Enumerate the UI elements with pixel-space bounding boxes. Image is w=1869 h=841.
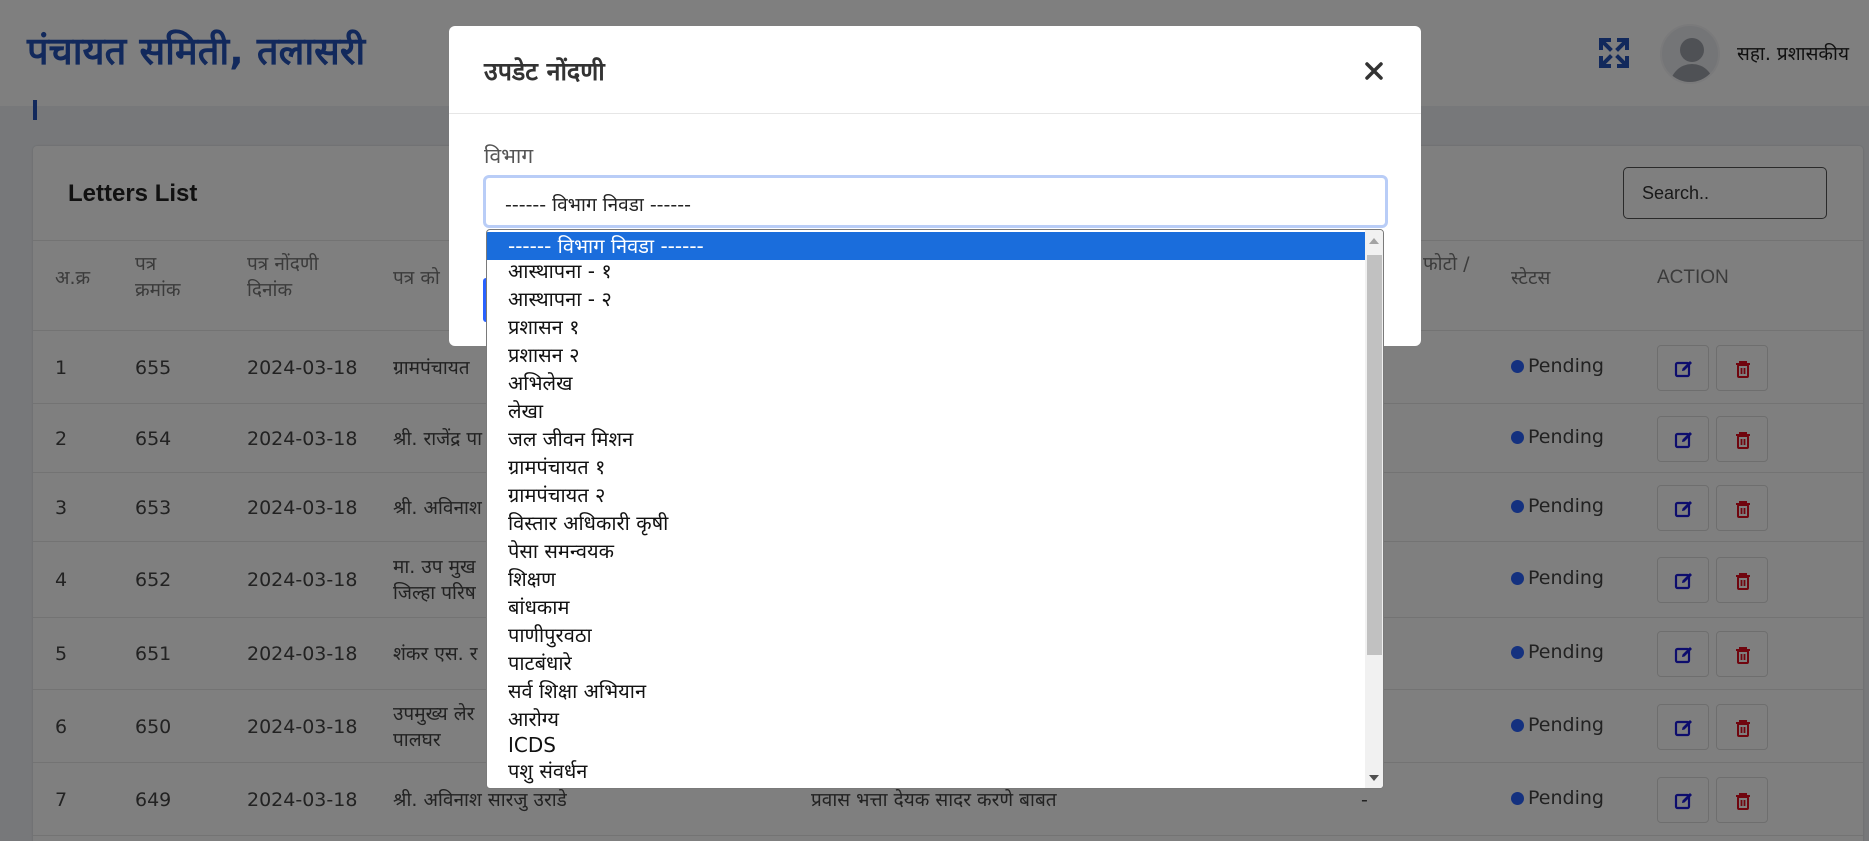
dropdown-option[interactable]: बांधकाम [487, 593, 1365, 621]
dropdown-option[interactable]: विस्तार अधिकारी कृषी [487, 509, 1365, 537]
dropdown-option[interactable]: आस्थापना - २ [487, 285, 1365, 313]
dropdown-option[interactable]: ग्रामपंचायत १ [487, 453, 1365, 481]
scroll-down-arrow-icon[interactable] [1369, 775, 1379, 781]
dropdown-option[interactable]: पेसा समन्वयक [487, 537, 1365, 565]
modal-title: उपडेट नोंदणी [484, 57, 605, 86]
dropdown-option[interactable]: ICDS [487, 731, 1365, 759]
scroll-up-arrow-icon[interactable] [1369, 238, 1379, 244]
dropdown-option[interactable]: शिक्षण [487, 565, 1365, 593]
dropdown-option[interactable]: पशु संवर्धन [487, 757, 1365, 785]
dropdown-option[interactable]: प्रशासन २ [487, 341, 1365, 369]
dropdown-scrollbar[interactable] [1365, 230, 1383, 788]
dropdown-option[interactable]: जल जीवन मिशन [487, 425, 1365, 453]
close-icon[interactable] [1359, 56, 1389, 86]
scroll-thumb[interactable] [1367, 255, 1382, 655]
department-dropdown-list[interactable]: ------ विभाग निवडा ------ आस्थापना - १ आस्… [486, 229, 1384, 789]
department-select[interactable]: ------ विभाग निवडा ------ [483, 175, 1388, 228]
dropdown-option[interactable]: ग्रामपंचायत २ [487, 481, 1365, 509]
dropdown-option[interactable]: आरोग्य [487, 705, 1365, 733]
dropdown-option[interactable]: लेखा [487, 397, 1365, 425]
dropdown-option[interactable]: आस्थापना - १ [487, 257, 1365, 285]
dropdown-option[interactable]: पाणीपुरवठा [487, 621, 1365, 649]
department-label: विभाग [484, 144, 534, 168]
dropdown-option[interactable]: प्रशासन १ [487, 313, 1365, 341]
dropdown-option[interactable]: अभिलेख [487, 369, 1365, 397]
dropdown-option[interactable]: पाटबंधारे [487, 649, 1365, 677]
modal-header: उपडेट नोंदणी [449, 26, 1421, 114]
dropdown-option-selected[interactable]: ------ विभाग निवडा ------ [487, 232, 1365, 260]
dropdown-option[interactable]: सर्व शिक्षा अभियान [487, 677, 1365, 705]
